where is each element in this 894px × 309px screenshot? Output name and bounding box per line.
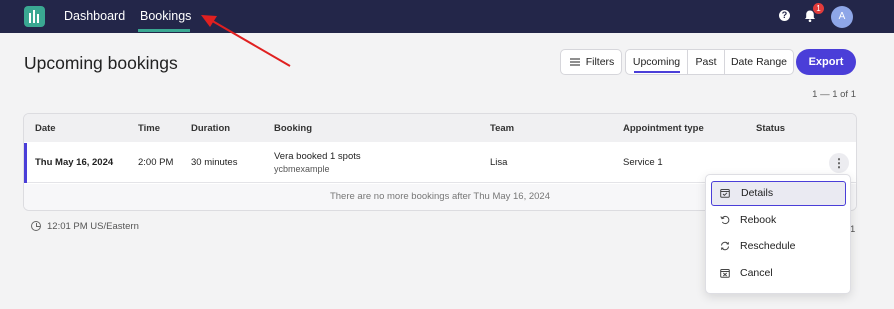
cell-team: Lisa (490, 157, 508, 168)
menu-item-reschedule-label: Reschedule (740, 240, 796, 252)
timezone-label: 12:01 PM US/Eastern (47, 221, 139, 232)
row-actions-menu: Details Rebook Reschedule Cancel (705, 174, 851, 294)
calendar-check-icon (720, 189, 730, 198)
filters-label: Filters (585, 56, 615, 68)
menu-item-details-label: Details (741, 187, 774, 199)
row-actions-button[interactable]: ⋮ (829, 153, 849, 173)
menu-item-reschedule[interactable]: Reschedule (711, 234, 846, 259)
col-booking: Booking (274, 123, 312, 134)
notification-badge: 1 (813, 3, 824, 14)
cell-time: 2:00 PM (138, 157, 174, 168)
col-duration: Duration (191, 123, 231, 134)
avatar[interactable]: A (831, 6, 853, 28)
annotation-arrow (201, 15, 291, 67)
menu-item-rebook[interactable]: Rebook (711, 208, 846, 233)
cell-booking: Vera booked 1 spots (274, 151, 361, 162)
clock-icon (31, 221, 41, 231)
app-logo[interactable] (24, 6, 45, 27)
col-status: Status (756, 123, 786, 134)
row-accent (24, 143, 27, 183)
menu-item-details[interactable]: Details (711, 181, 846, 206)
menu-item-cancel[interactable]: Cancel (711, 261, 846, 286)
menu-item-rebook-label: Rebook (740, 214, 777, 226)
pagination-label: 1 — 1 of 1 (812, 89, 856, 100)
nav-bookings[interactable]: Bookings (140, 9, 191, 23)
export-button[interactable]: Export (796, 49, 856, 75)
time-segmented-control: Upcoming Past Date Range (625, 49, 794, 75)
cell-duration: 30 minutes (191, 157, 238, 168)
page-title: Upcoming bookings (24, 53, 178, 73)
col-appointment-type: Appointment type (623, 123, 704, 134)
help-icon[interactable]: ? (779, 10, 790, 21)
filters-button[interactable]: Filters (560, 49, 622, 75)
tab-past[interactable]: Past (688, 50, 724, 74)
nav-dashboard[interactable]: Dashboard (64, 9, 125, 23)
menu-item-cancel-label: Cancel (740, 267, 773, 279)
tab-upcoming-underline (634, 71, 680, 73)
calendar-x-icon (720, 269, 730, 278)
refresh-icon (720, 241, 730, 251)
cell-appointment-type: Service 1 (623, 157, 663, 168)
filters-icon (570, 58, 580, 66)
cell-booking-sub: ycbmexample (274, 164, 330, 174)
tab-date-range[interactable]: Date Range (725, 50, 793, 74)
top-nav: Dashboard Bookings ? 1 A (0, 0, 894, 33)
col-team: Team (490, 123, 515, 134)
col-time: Time (138, 123, 161, 134)
col-date: Date (35, 123, 56, 134)
nav-active-indicator (138, 29, 190, 32)
rebook-icon (720, 215, 730, 225)
cell-date: Thu May 16, 2024 (35, 157, 114, 168)
table-header: Date Time Duration Booking Team Appointm… (24, 114, 856, 142)
